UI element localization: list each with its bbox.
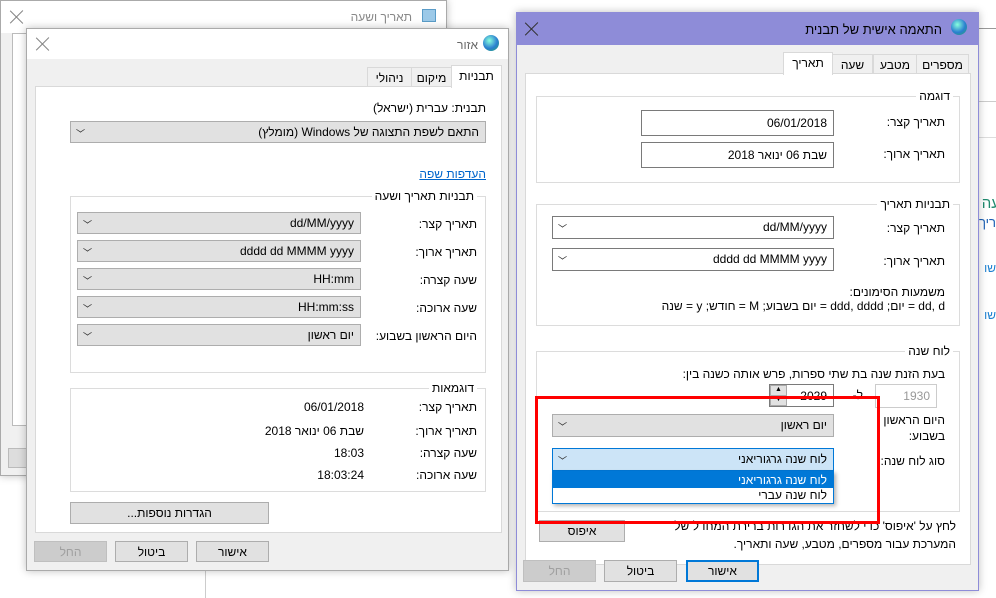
dialog-title: אזור: [457, 38, 478, 52]
cancel-button[interactable]: ביטול: [115, 541, 188, 562]
chevron-down-icon: [83, 301, 92, 308]
hidden-button: [8, 448, 28, 468]
chevron-down-icon: [83, 273, 92, 280]
format-dropdown[interactable]: התאם לשפת התצוגה של Windows (מומלץ): [70, 121, 486, 143]
tab-time[interactable]: שעה: [832, 54, 873, 74]
tab-formats[interactable]: תבניות: [451, 65, 502, 88]
tab-date[interactable]: תאריך: [783, 52, 833, 75]
tab-administrative[interactable]: ניהולי: [367, 67, 412, 87]
long-time-dropdown[interactable]: HH:mm:ss: [77, 296, 361, 318]
red-highlight-rectangle: [535, 396, 880, 524]
format-label: תבנית: עברית (ישראל): [373, 101, 486, 115]
tab-numbers[interactable]: מספרים: [916, 54, 969, 74]
first-day-dropdown[interactable]: יום ראשון: [77, 324, 361, 346]
tab-location[interactable]: מיקום: [411, 67, 452, 87]
globe-clock-icon: [483, 35, 499, 51]
dialog-title: התאמה אישית של תבנית: [805, 22, 942, 37]
tab-currency[interactable]: מטבע: [873, 54, 917, 74]
tab-panel: תבנית: עברית (ישראל) התאם לשפת התצוגה של…: [35, 86, 502, 533]
long-date-example: שבת 06 ינואר 2018: [641, 142, 834, 168]
short-time-dropdown[interactable]: HH:mm: [77, 268, 361, 290]
chevron-down-icon: [83, 329, 92, 336]
date-formats-group: תבניות תאריך תאריך קצר: dd/MM/yyyy תאריך…: [536, 197, 960, 326]
calendar-clock-icon: [422, 9, 436, 22]
ok-button[interactable]: אישור: [196, 541, 269, 562]
ok-button[interactable]: אישור: [686, 560, 759, 582]
example-group: דוגמה תאריך קצר: 06/01/2018 תאריך ארוך: …: [536, 89, 960, 183]
long-date-dropdown[interactable]: dddd dd MMMM yyyy: [77, 240, 361, 262]
close-icon[interactable]: [10, 10, 24, 24]
short-date-format-combo[interactable]: dd/MM/yyyy: [552, 216, 834, 239]
chevron-down-icon: [83, 245, 92, 252]
close-icon[interactable]: [36, 37, 50, 51]
apply-button: החל: [523, 560, 596, 582]
cancel-button[interactable]: ביטול: [604, 560, 677, 582]
additional-settings-button[interactable]: הגדרות נוספות...: [70, 502, 269, 524]
short-date-dropdown[interactable]: dd/MM/yyyy: [77, 212, 361, 234]
chevron-down-icon: [558, 253, 567, 260]
window-title: תאריך ושעה: [350, 10, 412, 24]
date-time-formats-group: תבניות תאריך ושעה תאריך קצר: dd/MM/yyyy …: [70, 189, 486, 373]
region-dialog: אזור תבניות מיקום ניהולי תבנית: עברית (י…: [26, 28, 509, 571]
chevron-down-icon: [76, 126, 85, 133]
apply-button: החל: [34, 541, 107, 562]
year-from-field: 1930: [875, 384, 937, 408]
globe-clock-icon: [951, 19, 967, 35]
short-date-example: 06/01/2018: [641, 110, 834, 136]
examples-group: דוגמאות תאריך קצר: 06/01/2018 תאריך ארוך…: [70, 381, 486, 492]
language-preferences-link[interactable]: העדפות שפה: [419, 167, 486, 181]
chevron-down-icon: [558, 221, 567, 228]
chevron-down-icon: [83, 217, 92, 224]
close-icon[interactable]: [525, 22, 539, 36]
long-date-format-combo[interactable]: dddd dd MMMM yyyy: [552, 248, 834, 271]
